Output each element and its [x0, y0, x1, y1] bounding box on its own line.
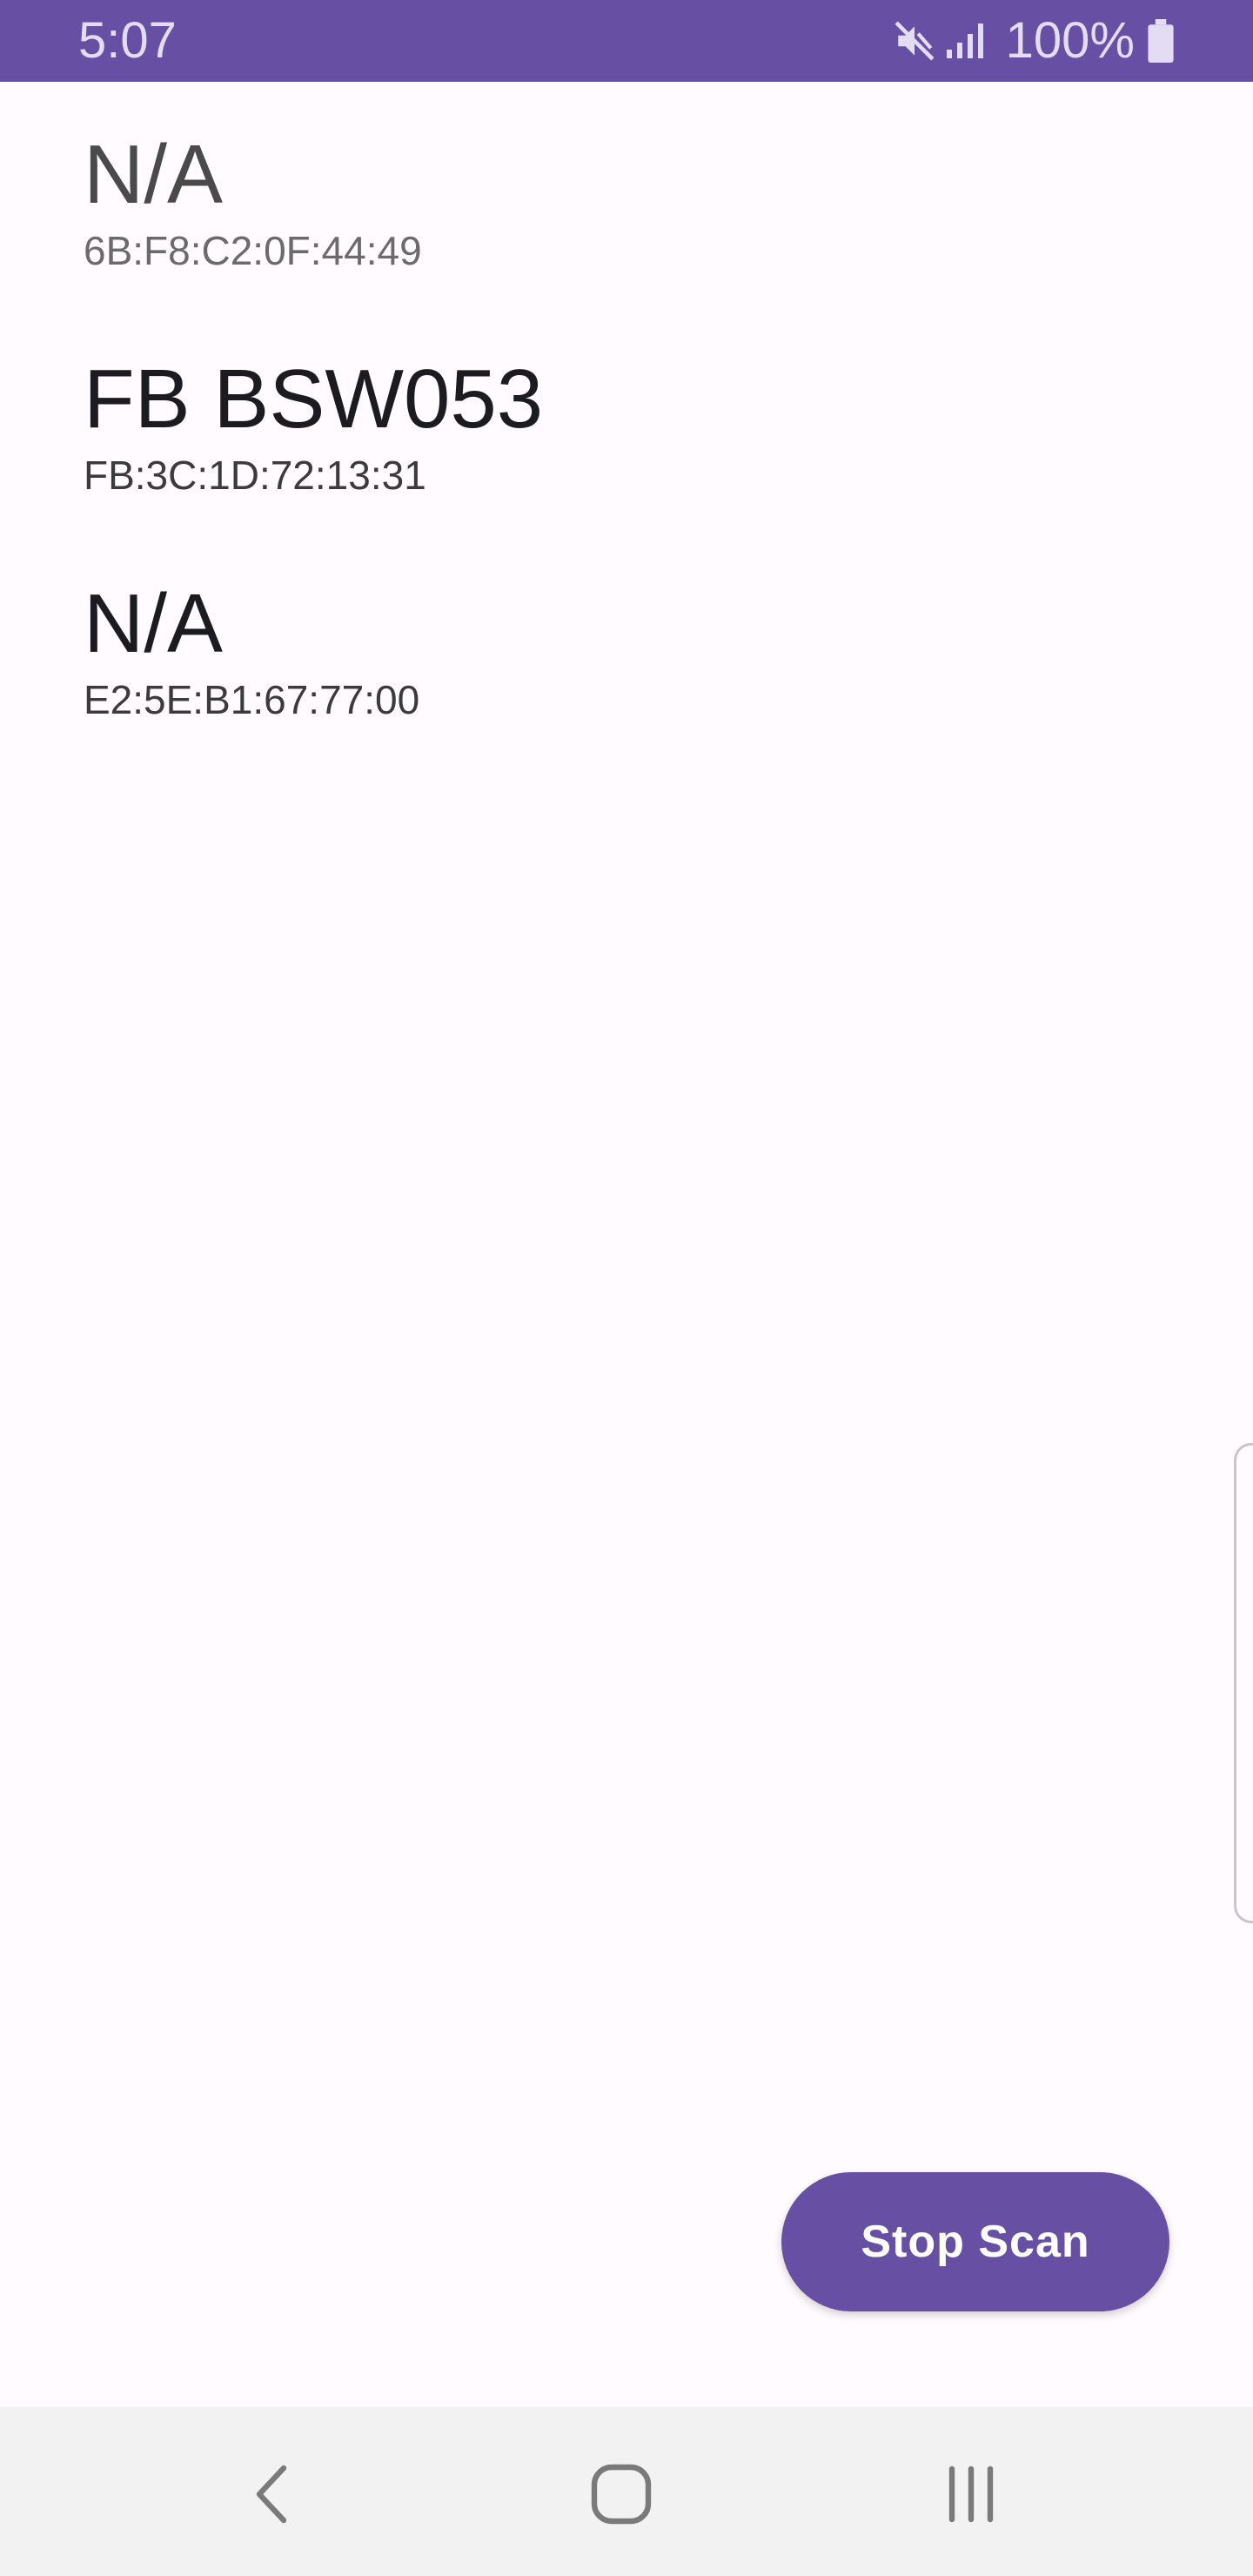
- back-icon: [245, 2459, 298, 2533]
- device-list-item[interactable]: N/A E2:5E:B1:67:77:00: [84, 576, 1128, 724]
- status-icons: 100%: [893, 12, 1175, 70]
- battery-icon: [1147, 19, 1175, 63]
- app-screen: 5:07 100% N/A 6B:F8:C2:0F:44:49 FB BSW05…: [0, 0, 1253, 2576]
- device-address: 6B:F8:C2:0F:44:49: [84, 228, 422, 273]
- device-list-item[interactable]: FB BSW053 FB:3C:1D:72:13:31: [84, 352, 1128, 500]
- edge-panel-handle[interactable]: [1234, 1443, 1253, 1923]
- mute-icon: [893, 19, 936, 63]
- battery-percentage: 100%: [1005, 12, 1135, 69]
- navigation-bar: [0, 2407, 1253, 2576]
- status-bar: 5:07 100%: [0, 0, 1253, 82]
- device-name: N/A: [84, 128, 224, 221]
- device-name: N/A: [84, 577, 224, 670]
- device-list-item[interactable]: N/A 6B:F8:C2:0F:44:49: [84, 127, 1128, 275]
- stop-scan-button[interactable]: Stop Scan: [781, 2172, 1169, 2311]
- home-button[interactable]: [578, 2452, 665, 2539]
- status-time: 5:07: [78, 12, 177, 69]
- device-address: E2:5E:B1:67:77:00: [84, 677, 420, 722]
- recent-apps-button[interactable]: [928, 2452, 1015, 2539]
- device-name: FB BSW053: [84, 352, 544, 446]
- signal-icon: [945, 19, 990, 63]
- home-icon: [589, 2462, 653, 2531]
- recent-apps-icon: [943, 2464, 999, 2529]
- device-address: FB:3C:1D:72:13:31: [84, 453, 426, 498]
- back-button[interactable]: [228, 2452, 315, 2539]
